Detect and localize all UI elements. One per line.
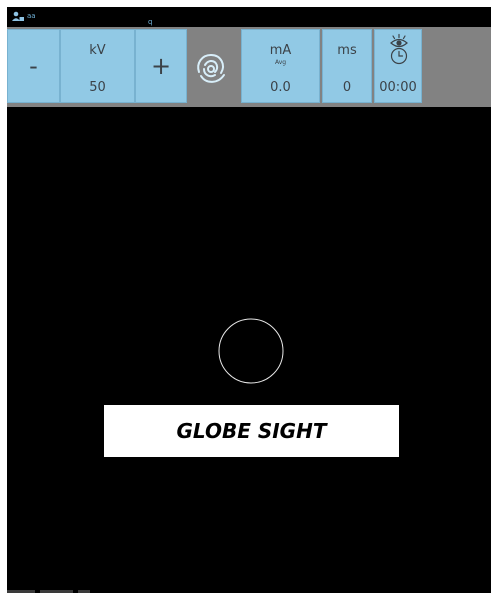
- ma-display: mA Avg 0.0: [241, 29, 320, 103]
- kv-value: 50: [89, 80, 106, 95]
- timer-display[interactable]: 00:00: [374, 29, 422, 103]
- user-name: aa: [27, 12, 36, 20]
- globe-sight-label: GLOBE SIGHT: [176, 419, 327, 443]
- sight-circle: [218, 318, 284, 384]
- ms-label: ms: [337, 43, 357, 58]
- app-window: aa q - kV 50 + mA Avg 0.0 ms 0 00:00 GLO…: [7, 7, 491, 593]
- kv-decrease-label: -: [29, 52, 38, 80]
- spinning-radiation-icon: [197, 54, 225, 83]
- ma-sublabel: Avg: [274, 59, 287, 66]
- kv-increase-button[interactable]: +: [135, 29, 187, 103]
- ma-value: 0.0: [270, 80, 291, 95]
- timer-value: 00:00: [379, 80, 417, 95]
- ms-value: 0: [342, 80, 352, 95]
- kv-display: kV 50: [60, 29, 135, 103]
- eye-clock-icon: [390, 33, 408, 65]
- exposure-toolbar: - kV 50 + mA Avg 0.0 ms 0 00:00: [7, 27, 491, 107]
- user-icon: [12, 11, 24, 21]
- kv-label: kV: [89, 43, 106, 58]
- window-title: q: [148, 18, 153, 26]
- kv-decrease-button[interactable]: -: [7, 29, 60, 103]
- title-bar: aa q: [7, 7, 491, 27]
- globe-sight-banner: GLOBE SIGHT: [104, 405, 399, 457]
- ma-label: mA: [269, 43, 292, 58]
- kv-increase-label: +: [150, 52, 172, 80]
- ms-display: ms 0: [322, 29, 372, 103]
